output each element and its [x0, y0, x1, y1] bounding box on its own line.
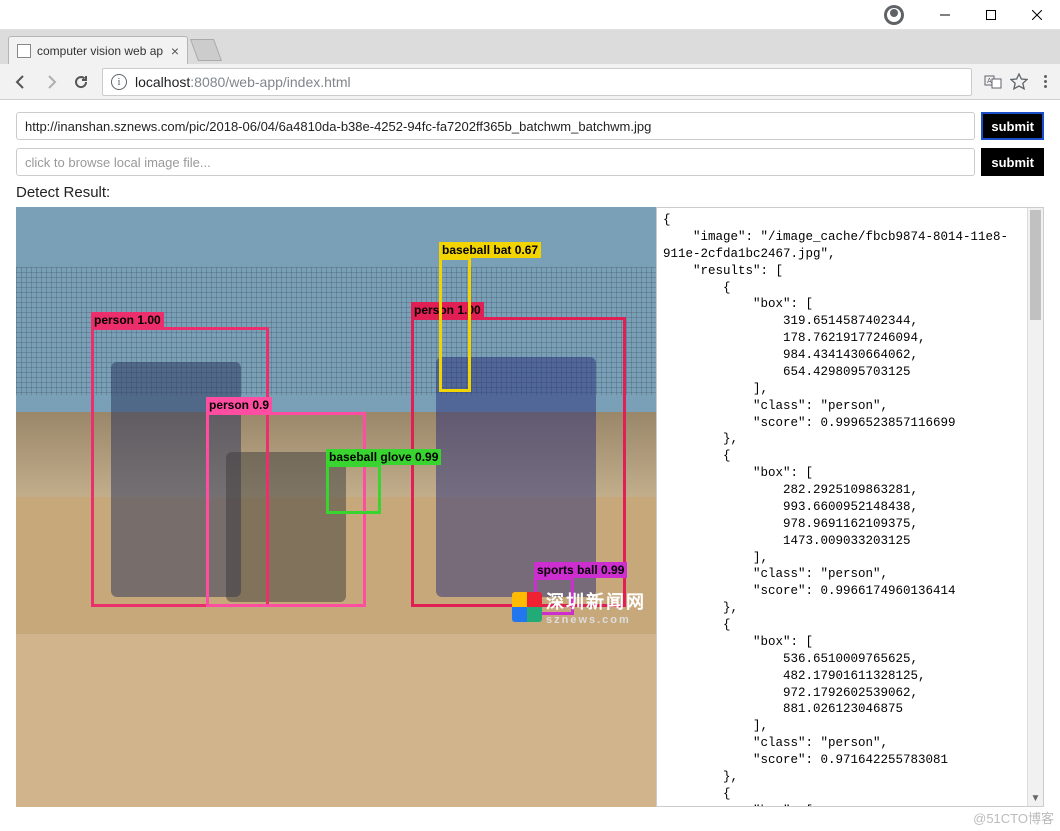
bbox-label: baseball bat 0.67	[439, 242, 541, 258]
minimize-button[interactable]	[922, 0, 968, 30]
url-form-row: submit	[16, 112, 1044, 140]
tab-title: computer vision web ap	[37, 44, 167, 58]
bookmark-star-icon[interactable]	[1010, 73, 1028, 91]
browse-file-input[interactable]	[16, 148, 975, 176]
json-pane: { "image": "/image_cache/fbcb9874-8014-1…	[656, 207, 1044, 807]
image-url-input[interactable]	[16, 112, 975, 140]
svg-text:A: A	[987, 78, 992, 85]
window-titlebar	[0, 0, 1060, 30]
bbox-label: person 0.9	[206, 397, 272, 413]
json-output[interactable]: { "image": "/image_cache/fbcb9874-8014-1…	[657, 208, 1027, 806]
address-bar[interactable]: i localhost:8080/web-app/index.html	[102, 68, 972, 96]
url-host: localhost	[135, 74, 190, 90]
bbox-label: sports ball 0.99	[534, 562, 627, 578]
result-area: person 1.00person 0.9person 1.00baseball…	[16, 207, 1044, 807]
toolbar: i localhost:8080/web-app/index.html A	[0, 64, 1060, 100]
scroll-down-icon[interactable]: ▼	[1028, 790, 1043, 806]
bbox-label: person 1.00	[91, 312, 164, 328]
account-icon[interactable]	[884, 5, 904, 25]
bbox-baseball: baseball bat 0.67	[439, 257, 471, 392]
favicon-icon	[17, 44, 31, 58]
image-pane: person 1.00person 0.9person 1.00baseball…	[16, 207, 656, 807]
watermark-cn: 深圳新闻网	[546, 592, 646, 612]
translate-icon[interactable]: A	[984, 73, 1002, 91]
reload-button[interactable]	[66, 68, 96, 96]
tab-close-icon[interactable]: ×	[171, 43, 179, 59]
tab-strip: computer vision web ap ×	[0, 30, 1060, 64]
url-path: :8080/web-app/index.html	[190, 74, 350, 90]
browse-form-row: submit	[16, 148, 1044, 176]
scroll-thumb[interactable]	[1030, 210, 1041, 320]
maximize-button[interactable]	[968, 0, 1014, 30]
forward-button[interactable]	[36, 68, 66, 96]
bbox-label: baseball glove 0.99	[326, 449, 441, 465]
back-button[interactable]	[6, 68, 36, 96]
watermark-en: sznews.com	[546, 614, 646, 626]
submit-file-button[interactable]: submit	[981, 148, 1044, 176]
site-info-icon[interactable]: i	[111, 74, 127, 90]
result-heading: Detect Result:	[16, 184, 1044, 201]
new-tab-button[interactable]	[190, 39, 222, 61]
image-watermark: 深圳新闻网 sznews.com	[512, 588, 646, 626]
page-watermark: @51CTO博客	[973, 808, 1054, 827]
close-button[interactable]	[1014, 0, 1060, 30]
page-content: submit submit Detect Result: person 1.00…	[0, 100, 1060, 819]
submit-url-button[interactable]: submit	[981, 112, 1044, 140]
browser-menu-icon[interactable]	[1036, 73, 1054, 91]
browser-tab[interactable]: computer vision web ap ×	[8, 36, 188, 64]
watermark-logo-icon	[512, 592, 542, 622]
json-scrollbar[interactable]: ▲ ▼	[1027, 208, 1043, 806]
detection-photo: person 1.00person 0.9person 1.00baseball…	[16, 207, 656, 634]
bbox-baseball: baseball glove 0.99	[326, 464, 381, 514]
